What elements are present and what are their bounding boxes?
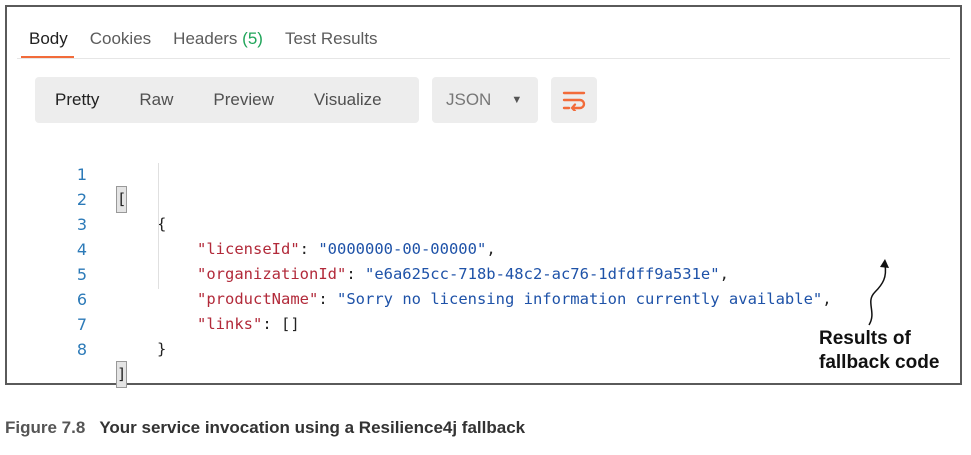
code-line: 1 [ — [7, 137, 128, 213]
line-number: 8 — [76, 340, 87, 359]
json-value: "0000000-00-00000" — [318, 240, 487, 258]
indent-guide — [158, 163, 159, 289]
code-line: 2 { — [7, 162, 167, 233]
json-sep: : — [299, 240, 319, 258]
code-line: 8 ] — [7, 312, 128, 388]
wrap-lines-icon — [562, 91, 586, 111]
figure-caption-text: Your service invocation using a Resilien… — [99, 418, 526, 437]
code-line: 5 "productName": "Sorry no licensing inf… — [7, 237, 832, 308]
tab-body[interactable]: Body — [17, 27, 78, 59]
raw-button[interactable]: Raw — [119, 77, 193, 123]
format-button-group: Pretty Raw Preview Visualize — [35, 77, 419, 123]
annotation-arrow — [868, 259, 889, 326]
json-key: "links" — [197, 315, 263, 333]
tab-body-label: Body — [29, 29, 68, 48]
json-value: "e6a625cc-718b-48c2-ac76-1dfdff9a531e" — [364, 265, 720, 283]
code-line: 7 } — [7, 287, 167, 358]
tabs-divider — [17, 58, 950, 59]
language-select-value: JSON — [446, 90, 492, 109]
code-text: ] — [115, 361, 128, 388]
json-value: "Sorry no licensing information currentl… — [337, 290, 823, 308]
tab-cookies-label: Cookies — [89, 29, 152, 48]
json-key: "productName" — [197, 290, 319, 308]
language-select[interactable]: JSON ▼ — [432, 77, 538, 123]
figure-caption: Figure 7.8 Your service invocation using … — [5, 418, 525, 438]
annotation-line1: Results of — [819, 328, 911, 349]
code-line: 6 "links": [] — [7, 262, 300, 333]
json-end: , — [719, 265, 729, 283]
figure-number: Figure 7.8 — [5, 418, 86, 437]
json-sep: : — [262, 315, 281, 333]
wrap-lines-button[interactable] — [551, 77, 597, 123]
annotation-callout: Results of fallback code — [819, 327, 939, 375]
json-key: "licenseId" — [197, 240, 300, 258]
code-text: [ — [115, 186, 128, 213]
code-line: 3 "licenseId": "0000000-00-00000", — [7, 187, 496, 258]
visualize-button[interactable]: Visualize — [294, 77, 402, 123]
tab-test-results-label: Test Results — [284, 29, 378, 48]
pretty-button[interactable]: Pretty — [35, 77, 119, 123]
code-text: } — [157, 340, 167, 358]
json-value: [] — [281, 315, 300, 333]
tab-test-results[interactable]: Test Results — [273, 27, 388, 59]
json-sep: : — [318, 290, 337, 308]
json-end: , — [486, 240, 496, 258]
json-sep: : — [346, 265, 365, 283]
tab-cookies[interactable]: Cookies — [78, 27, 161, 59]
tab-headers[interactable]: Headers (5) — [161, 27, 273, 59]
json-end: , — [822, 290, 832, 308]
tab-headers-label: Headers — [173, 29, 238, 48]
annotation-line2: fallback code — [819, 352, 940, 373]
headers-count-badge: (5) — [242, 29, 263, 48]
preview-button[interactable]: Preview — [193, 77, 293, 123]
json-key: "organizationId" — [197, 265, 347, 283]
chevron-down-icon: ▼ — [511, 94, 523, 106]
code-line: 4 "organizationId": "e6a625cc-718b-48c2-… — [7, 212, 729, 283]
response-tabs: Body Cookies Headers (5) Test Results — [17, 27, 388, 59]
response-panel: Body Cookies Headers (5) Test Results Pr… — [5, 5, 962, 388]
